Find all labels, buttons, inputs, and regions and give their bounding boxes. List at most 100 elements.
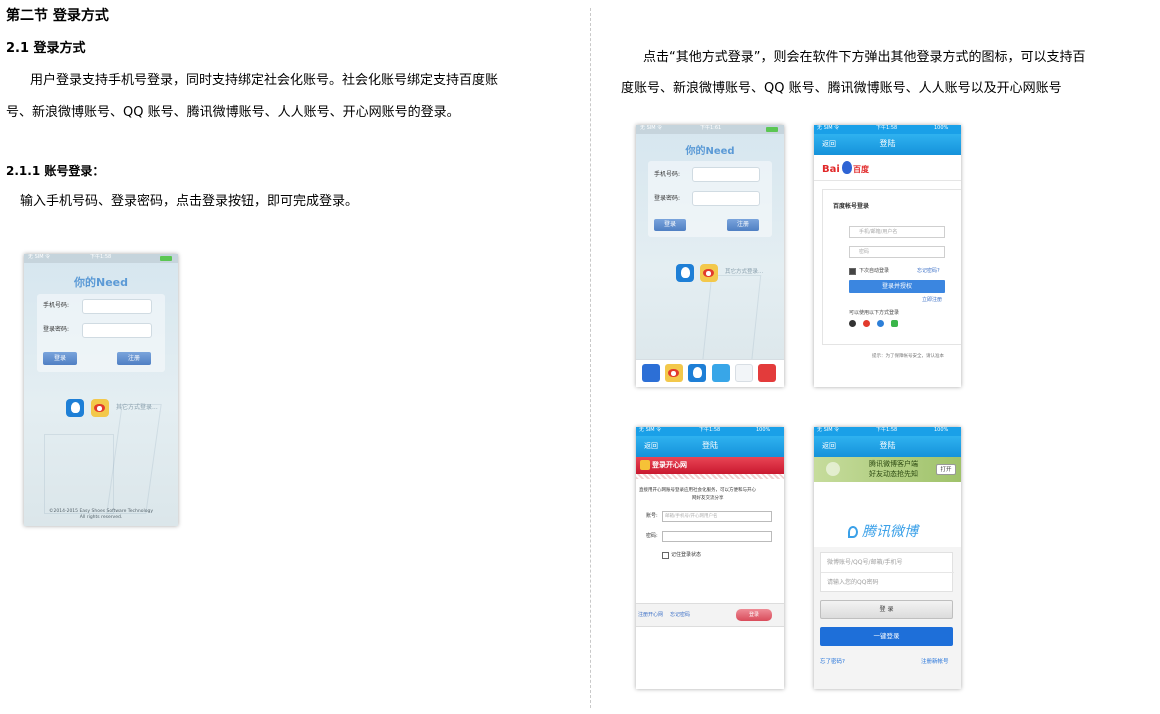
forgot-password-link[interactable]: 忘记密码? <box>917 269 940 274</box>
password-input[interactable]: 密码 <box>849 246 945 258</box>
kaixin-logo-icon <box>640 460 650 470</box>
paragraph-line: 点击“其他方式登录”，则会在软件下方弹出其他登录方式的图标，可以支持百 <box>643 50 1086 65</box>
login-card: 手机号码: 登录密码: 登录 注册 <box>648 161 772 237</box>
tencent-ad-banner: 腾讯微博客户端 好友动态抢先知 打开 <box>814 457 961 482</box>
password-input[interactable] <box>662 531 772 542</box>
weibo-icon[interactable] <box>700 264 718 282</box>
register-button[interactable]: 注册 <box>117 352 151 365</box>
username-placeholder: 手机/邮箱/用户名 <box>859 229 898 235</box>
status-time: 下午1:58 <box>90 254 112 260</box>
copyright-text: ©2014-2015 Easy Shoes Software Technolog… <box>49 509 153 514</box>
register-link[interactable]: 注册开心网 <box>638 613 663 618</box>
section-title: 第二节 登录方式 <box>6 8 109 24</box>
status-battery: 100% <box>756 427 771 433</box>
tencent-weibo-logo: 腾讯微博 <box>862 524 918 540</box>
status-bar: 无 SIM 令 下午1:58 <box>24 254 178 263</box>
forgot-password-link[interactable]: 忘了密码? <box>820 659 845 666</box>
tencent-weibo-logo-icon <box>848 526 858 538</box>
phone-input[interactable] <box>82 299 152 314</box>
other-login-link[interactable]: 其它方式登录... <box>725 269 763 276</box>
username-input[interactable]: 手机/邮箱/用户名 <box>849 226 945 238</box>
paragraph-line: 号、新浪微博账号、QQ 账号、腾讯微博账号、人人账号、开心网账号的登录。 <box>6 105 460 120</box>
password-input[interactable] <box>692 191 760 206</box>
chat-icon[interactable] <box>891 320 898 327</box>
baidu-logo-text: Bai <box>822 164 840 175</box>
nav-bar: 返回 登陆 <box>814 134 961 155</box>
app-login-screenshot: 无 SIM 令 下午1:58 你的Need 手机号码: 登录密码: 登录 注册 … <box>24 254 178 526</box>
kaixin-icon[interactable] <box>758 364 776 382</box>
nav-title: 登陆 <box>879 139 896 148</box>
baidu-heading: 百度帐号登录 <box>833 203 870 210</box>
kaixin-intro: 网好友交流分享 <box>692 496 724 501</box>
sub-sub-title: 2.1.1 账号登录： <box>6 164 105 178</box>
weibo-icon[interactable] <box>863 320 870 327</box>
kaixin-submit-button[interactable]: 登录 <box>736 609 772 621</box>
app-title: 你的Need <box>685 146 735 157</box>
baidu-logo-text: 百度 <box>853 165 869 174</box>
baidu-submit-button[interactable]: 登录并授权 <box>849 280 945 293</box>
qq-icon[interactable] <box>66 399 84 417</box>
phone-label: 手机号码: <box>43 302 70 309</box>
other-login-link[interactable]: 其它方式登录... <box>116 405 158 411</box>
remember-label: 下次自动登录 <box>859 268 890 274</box>
baidu-login-screenshot: 无 SIM 令 下午1:58 100% 返回 登陆 Bai 百度 百度帐号登录 … <box>814 125 961 387</box>
background-sketch <box>44 434 114 514</box>
other-accounts-label: 可以使用以下方式登录 <box>849 310 900 316</box>
register-link[interactable]: 注册新帐号 <box>921 659 949 666</box>
copyright-text: All rights reserved. <box>79 515 123 520</box>
battery-icon <box>160 256 172 261</box>
status-carrier: 无 SIM 令 <box>817 125 840 131</box>
login-button[interactable]: 登录 <box>43 352 77 365</box>
paragraph-line: 用户登录支持手机号登录，同时支持绑定社会化账号。社会化账号绑定支持百度账 <box>30 73 499 88</box>
login-button[interactable]: 登录 <box>654 219 686 231</box>
remember-label: 记住登录状态 <box>671 552 702 558</box>
qq-icon[interactable] <box>849 320 856 327</box>
nav-bar: 返回 登陆 <box>636 436 784 457</box>
remember-checkbox[interactable] <box>849 268 856 275</box>
status-bar: 无 SIM 令 下午1:61 <box>636 125 784 134</box>
renren-icon[interactable] <box>735 364 753 382</box>
login-card: 手机号码: 登录密码: 登录 注册 <box>37 294 165 372</box>
register-button[interactable]: 注册 <box>727 219 759 231</box>
phone-input[interactable] <box>692 167 760 182</box>
paw-icon <box>842 161 852 174</box>
app-login-expanded-screenshot: 无 SIM 令 下午1:61 你的Need 手机号码: 登录密码: 登录 注册 … <box>636 125 784 387</box>
kaixin-banner: 登录开心网 <box>636 457 784 474</box>
tencent-weibo-icon[interactable] <box>712 364 730 382</box>
password-label: 密码: <box>646 533 658 539</box>
one-click-login-button[interactable]: 一键登录 <box>820 627 953 646</box>
paragraph-line: 度账号、新浪微博账号、QQ 账号、腾讯微博账号、人人账号以及开心网账号 <box>621 81 1062 96</box>
status-bar: 无 SIM 令 下午1:58 100% <box>814 125 961 134</box>
status-bar: 无 SIM 令 下午1:58 100% <box>636 427 784 436</box>
remember-checkbox[interactable] <box>662 552 669 559</box>
column-divider <box>590 8 591 708</box>
password-input[interactable] <box>82 323 152 338</box>
baidu-icon[interactable] <box>642 364 660 382</box>
tencent-login-button[interactable]: 登 录 <box>820 600 953 619</box>
banner-stripe <box>636 474 784 479</box>
forgot-password-link[interactable]: 忘记密码 <box>670 613 690 618</box>
status-bar: 无 SIM 令 下午1:58 100% <box>814 427 961 436</box>
nav-title: 登陆 <box>702 441 718 450</box>
password-placeholder: 密码 <box>859 249 870 255</box>
ad-text: 好友动态抢先知 <box>869 470 918 478</box>
status-battery: 100% <box>934 125 949 131</box>
sina-weibo-icon[interactable] <box>665 364 683 382</box>
password-input[interactable]: 请输入您的QQ密码 <box>821 573 954 593</box>
app-title: 你的Need <box>73 276 128 289</box>
nav-title: 登陆 <box>879 441 896 450</box>
register-link[interactable]: 立即注册 <box>922 298 942 303</box>
qq-icon[interactable] <box>676 264 694 282</box>
divider <box>814 180 961 181</box>
tencent-login-form: 微博账号/QQ号/邮箱/手机号 请输入您的QQ密码 <box>820 552 954 593</box>
password-placeholder: 请输入您的QQ密码 <box>827 579 879 586</box>
sub-title: 2.1 登录方式 <box>6 41 86 56</box>
weibo-icon[interactable] <box>91 399 109 417</box>
status-time: 下午1:58 <box>876 125 898 131</box>
ad-open-button[interactable]: 打开 <box>936 464 956 475</box>
renren-icon[interactable] <box>877 320 884 327</box>
account-input[interactable]: 邮箱/手机号/开心网用户名 <box>662 511 772 522</box>
account-input[interactable]: 微博账号/QQ号/邮箱/手机号 <box>821 553 954 573</box>
kaixin-footer-bar: 注册开心网 忘记密码 登录 <box>636 603 784 627</box>
qq-icon[interactable] <box>688 364 706 382</box>
